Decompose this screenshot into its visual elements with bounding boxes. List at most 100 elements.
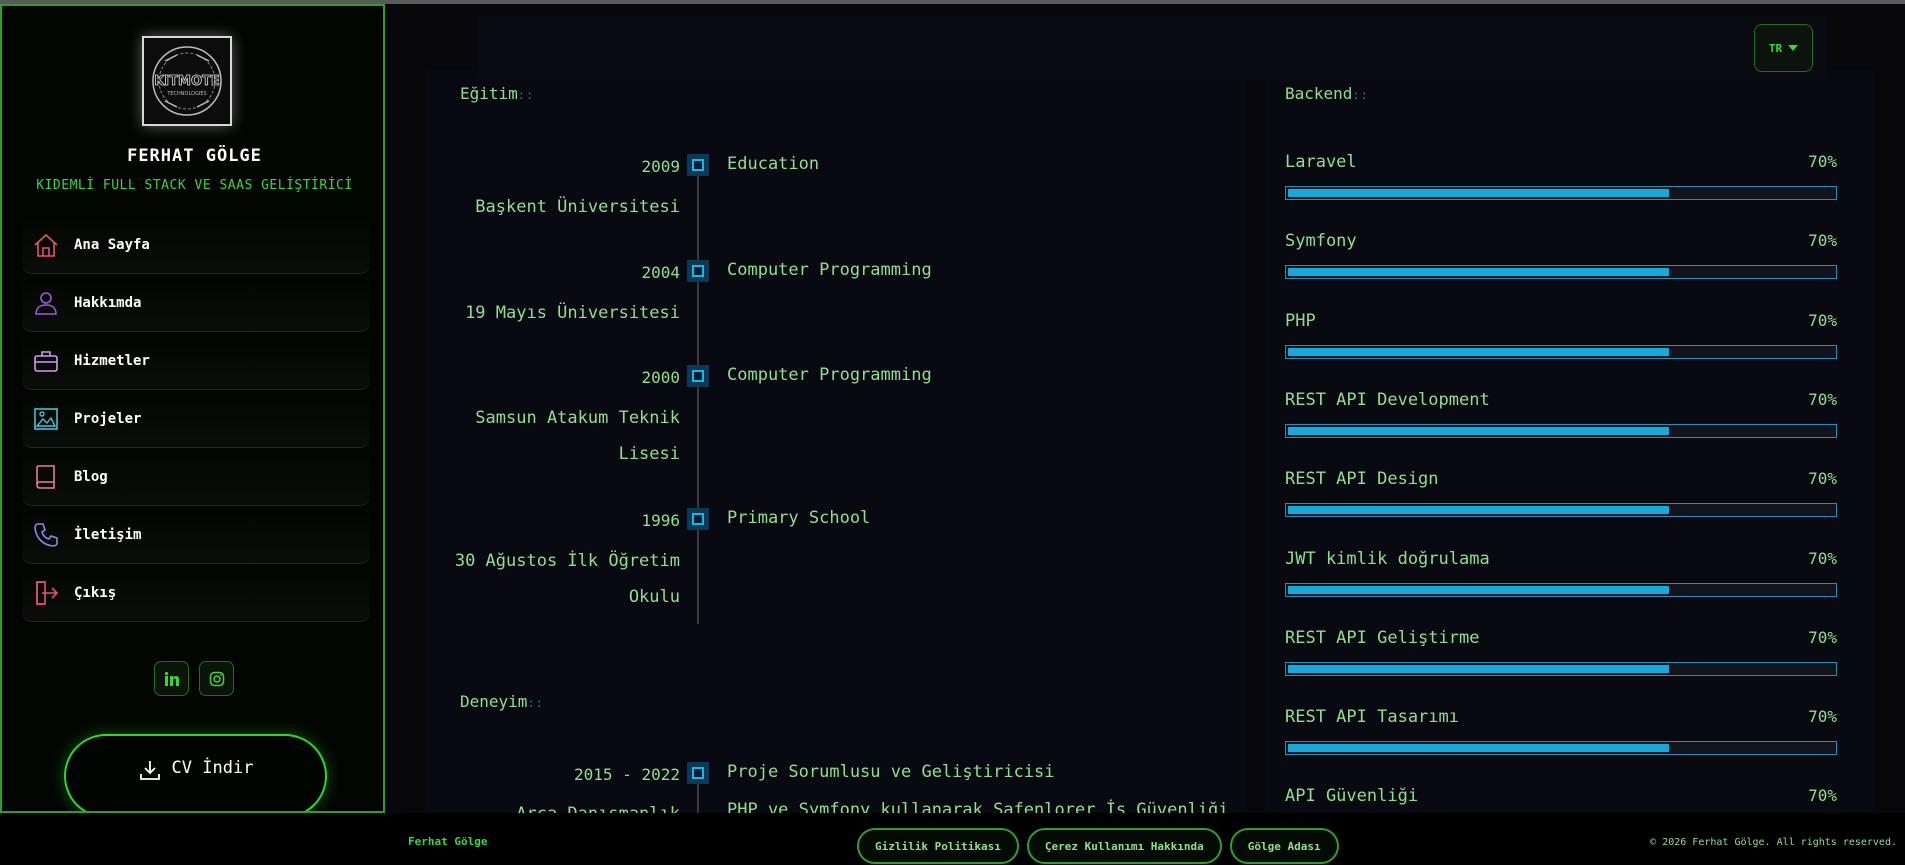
kitmote-logo-icon: KITMOTE TECHNOLOGIES <box>152 46 222 116</box>
timeline-marker <box>687 365 709 387</box>
skill-progress-bar <box>1285 186 1837 200</box>
footer: Ferhat Gölge Gizlilik Politikası Çerez K… <box>0 813 1905 865</box>
download-cv-button[interactable]: CV İndir <box>64 734 327 811</box>
svg-text:KITMOTE: KITMOTE <box>154 74 220 89</box>
sidebar-item-label: Çıkış <box>74 584 117 601</box>
sidebar-item-projects[interactable]: Projeler <box>22 390 370 448</box>
skill-name: JWT kimlik doğrulama <box>1285 548 1490 569</box>
skill-name: Symfony <box>1285 231 1357 252</box>
footer-brand[interactable]: Ferhat Gölge <box>408 835 487 848</box>
profile-title: KIDEMLİ FULL STACK VE SAAS GELİŞTİRİCİ <box>36 178 353 193</box>
home-icon <box>34 233 58 257</box>
skill-progress-bar <box>1285 582 1837 597</box>
timeline-year: 2000 <box>641 368 680 387</box>
sidebar-item-logout[interactable]: Çıkış <box>22 564 370 622</box>
skill-percent: 70% <box>1808 231 1837 251</box>
social-links <box>154 661 234 696</box>
timeline-marker <box>687 508 709 530</box>
skill-progress-bar <box>1285 503 1837 518</box>
cookie-policy-link[interactable]: Çerez Kullanımı Hakkında <box>1026 828 1222 864</box>
linkedin-button[interactable] <box>154 661 189 696</box>
sidebar-item-label: Blog <box>74 468 108 485</box>
phone-icon <box>34 522 58 547</box>
book-icon <box>36 464 55 489</box>
experience-description: PHP ve Symfony kullanarak Safenlorer İş … <box>727 800 1229 813</box>
sidebar-item-services[interactable]: Hizmetler <box>22 332 370 390</box>
skill-progress-fill <box>1286 187 1671 199</box>
sidebar-item-home[interactable]: Ana Sayfa <box>22 216 370 274</box>
education-section-title: Eğitim:: <box>460 84 534 103</box>
language-label: TR <box>1768 41 1783 55</box>
skill-percent: 70% <box>1808 786 1837 806</box>
sidebar-item-label: Hizmetler <box>74 352 150 369</box>
timeline-degree: Computer Programming <box>727 365 932 385</box>
sidebar-item-label: Hakkımda <box>74 294 142 311</box>
svg-text:TECHNOLOGIES: TECHNOLOGIES <box>166 91 206 97</box>
skill-progress-fill <box>1286 662 1671 675</box>
experience-role: Proje Sorumlusu ve Geliştiricisi <box>727 762 1055 782</box>
sidebar: KITMOTE TECHNOLOGIES FERHAT GÖLGE KIDEML… <box>0 4 385 813</box>
education-title-text: Eğitim <box>460 84 518 103</box>
timeline-institution: 19 Mayıs Üniversitesi <box>465 303 680 323</box>
footer-links: Gizlilik Politikası Çerez Kullanımı Hakk… <box>857 828 1339 864</box>
download-cv-label: CV İndir <box>171 758 254 778</box>
skill-progress-bar <box>1285 423 1837 438</box>
skill-progress-bar <box>1285 741 1837 756</box>
skill-progress-fill <box>1286 266 1671 279</box>
instagram-icon <box>209 671 224 686</box>
skill-progress-fill <box>1286 583 1671 596</box>
title-dots: :: <box>527 696 544 710</box>
timeline-institution: Başkent Üniversitesi <box>475 197 680 217</box>
skill-percent: 70% <box>1808 310 1837 330</box>
skill-name: REST API Geliştirme <box>1285 627 1480 648</box>
briefcase-icon <box>34 350 58 372</box>
timeline-year: 2004 <box>641 263 680 282</box>
skill-percent: 70% <box>1808 548 1837 568</box>
company-logo[interactable]: KITMOTE TECHNOLOGIES <box>142 36 232 126</box>
download-icon <box>139 761 160 780</box>
skill-name: Laravel <box>1285 152 1357 172</box>
user-icon <box>35 291 57 315</box>
timeline-degree: Education <box>727 154 820 174</box>
sidebar-item-label: İletişim <box>74 526 142 543</box>
language-selector[interactable]: TR <box>1754 24 1813 72</box>
golge-island-link[interactable]: Gölge Adası <box>1229 828 1339 864</box>
sidebar-item-about[interactable]: Hakkımda <box>22 274 370 332</box>
top-bar <box>477 16 1827 80</box>
timeline-marker <box>687 154 709 176</box>
image-icon <box>34 407 58 430</box>
skill-name: REST API Design <box>1285 469 1439 490</box>
experience-period: 2015 - 2022 <box>574 765 680 784</box>
footer-copyright: © 2026 Ferhat Gölge. All rights reserved… <box>1650 837 1897 848</box>
skill-name: REST API Development <box>1285 389 1490 410</box>
timeline-year: 2009 <box>641 157 680 176</box>
skill-percent: 70% <box>1808 389 1837 409</box>
timeline-marker <box>687 762 709 784</box>
timeline-marker <box>687 260 709 282</box>
skill-progress-fill <box>1286 504 1671 517</box>
chevron-down-icon <box>1788 45 1799 51</box>
skill-progress-fill <box>1286 424 1671 437</box>
main-content: Eğitim:: 2009 Education Başkent Üniversi… <box>385 4 1905 813</box>
timeline-degree: Computer Programming <box>727 260 932 280</box>
sidebar-item-contact[interactable]: İletişim <box>22 506 370 564</box>
sidebar-item-label: Projeler <box>74 410 142 427</box>
instagram-button[interactable] <box>199 661 234 696</box>
timeline-institution: 30 Ağustos İlk Öğretim Okulu <box>454 551 680 607</box>
skills-title-text: Backend <box>1285 84 1353 103</box>
skill-percent: 70% <box>1808 152 1837 171</box>
logout-icon <box>36 580 59 605</box>
skill-progress-fill <box>1286 345 1671 358</box>
skill-progress-bar <box>1285 344 1837 359</box>
sidebar-nav: Ana Sayfa Hakkımda Hizmetler Projeler Bl… <box>22 216 370 622</box>
timeline-institution: Samsun Atakum Teknik Lisesi <box>475 408 680 464</box>
skill-percent: 70% <box>1808 469 1837 489</box>
skill-percent: 70% <box>1808 707 1837 727</box>
sidebar-item-blog[interactable]: Blog <box>22 448 370 506</box>
skill-name: REST API Tasarımı <box>1285 707 1459 728</box>
education-timeline-line <box>697 154 699 624</box>
privacy-policy-link[interactable]: Gizlilik Politikası <box>857 828 1019 864</box>
profile-name: FERHAT GÖLGE <box>127 146 262 166</box>
experience-section-title: Deneyim:: <box>460 692 544 711</box>
skill-progress-bar <box>1285 265 1837 280</box>
